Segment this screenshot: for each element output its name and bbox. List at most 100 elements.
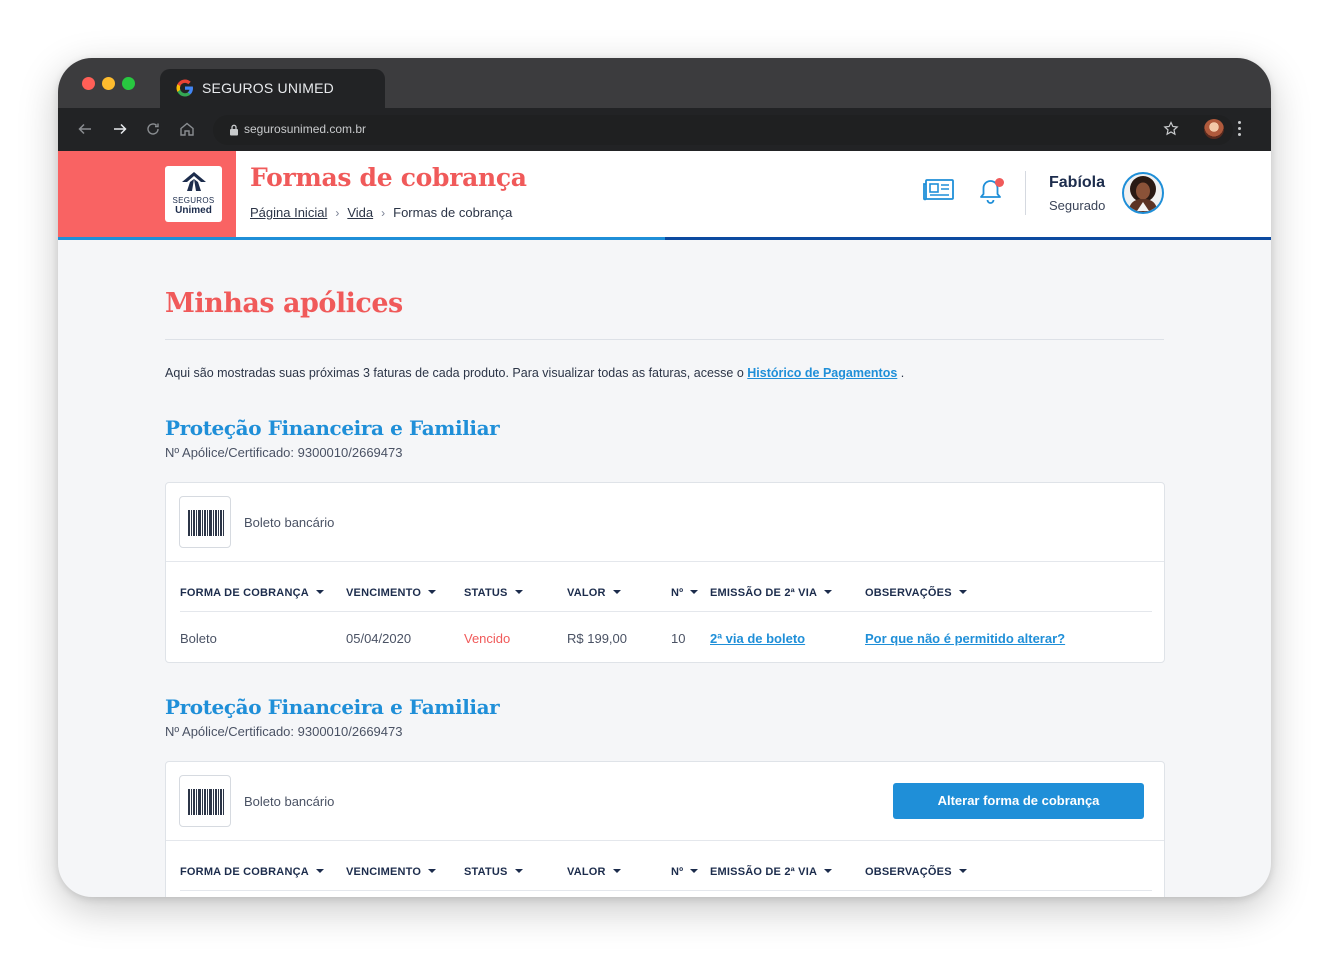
lock-icon	[230, 124, 238, 136]
sort-caret-icon	[690, 869, 699, 873]
header-progress-fill	[58, 237, 665, 240]
unimed-logo-icon	[182, 172, 206, 191]
policy-number: Nº Apólice/Certificado: 9300010/2669473	[165, 445, 403, 460]
minimize-window-button[interactable]	[102, 77, 115, 90]
profile-avatar-icon[interactable]	[1204, 119, 1224, 139]
column-header-label: Nº	[671, 587, 684, 599]
cell-valor: R$ 199,00	[567, 631, 627, 646]
column-header-numero[interactable]: Nº	[671, 866, 699, 878]
browser-tab[interactable]: SEGUROS UNIMED	[160, 69, 385, 108]
notification-bell-icon[interactable]	[975, 175, 1007, 207]
policy-card: Boleto bancário Alterar forma de cobranç…	[165, 761, 1165, 897]
payment-method-row: Boleto bancário Alterar forma de cobranç…	[166, 762, 1164, 841]
close-window-button[interactable]	[82, 77, 95, 90]
column-header-label: STATUS	[464, 587, 508, 599]
column-header-status[interactable]: STATUS	[464, 866, 523, 878]
column-header-label: Nº	[671, 866, 684, 878]
site-header: SEGUROS Unimed Formas de cobrança Página…	[58, 151, 1271, 240]
column-header-observacoes[interactable]: OBSERVAÇÕES	[865, 866, 967, 878]
page-title: Formas de cobrança	[250, 163, 527, 192]
bookmark-star-icon[interactable]	[1162, 120, 1180, 138]
column-header-label: VENCIMENTO	[346, 587, 422, 599]
payment-method-label: Boleto bancário	[244, 794, 335, 809]
sort-caret-icon	[612, 590, 621, 594]
cell-vencimento: 05/04/2020	[346, 631, 412, 646]
column-header-label: FORMA DE COBRANÇA	[180, 866, 309, 878]
payment-method-row: Boleto bancário	[166, 483, 1164, 562]
url-text[interactable]: segurosunimed.com.br	[244, 122, 366, 136]
cell-forma: Boleto	[180, 631, 217, 646]
sort-caret-icon	[315, 590, 324, 594]
breadcrumb-current: Formas de cobrança	[393, 205, 513, 220]
column-header-label: FORMA DE COBRANÇA	[180, 587, 309, 599]
column-header-vencimento[interactable]: VENCIMENTO	[346, 866, 437, 878]
why-not-allowed-link[interactable]: Por que não é permitido alterar?	[865, 631, 1065, 646]
browser-toolbar: segurosunimed.com.br	[58, 108, 1271, 151]
user-name: Fabíola	[1049, 174, 1106, 191]
second-copy-boleto-link[interactable]: 2ª via de boleto	[710, 631, 805, 646]
barcode-icon	[179, 496, 231, 548]
column-header-vencimento[interactable]: VENCIMENTO	[346, 587, 437, 599]
intro-text: Aqui são mostradas suas próximas 3 fatur…	[165, 366, 904, 380]
column-header-status[interactable]: STATUS	[464, 587, 523, 599]
payment-method-label: Boleto bancário	[244, 515, 335, 530]
sort-caret-icon	[428, 590, 437, 594]
column-header-emissao[interactable]: EMISSÃO DE 2ª VIA	[710, 866, 833, 878]
browser-menu-icon[interactable]	[1238, 121, 1242, 137]
breadcrumb-chevron-icon: ›	[335, 205, 340, 220]
google-icon	[176, 79, 193, 97]
table-header: FORMA DE COBRANÇA VENCIMENTO STATUS VALO…	[180, 579, 1152, 612]
sort-caret-icon	[514, 590, 523, 594]
sort-caret-icon	[958, 590, 967, 594]
sort-caret-icon	[824, 869, 833, 873]
maximize-window-button[interactable]	[122, 77, 135, 90]
column-header-emissao[interactable]: EMISSÃO DE 2ª VIA	[710, 587, 833, 599]
column-header-label: VALOR	[567, 866, 606, 878]
reload-icon[interactable]	[144, 120, 162, 138]
back-arrow-icon[interactable]	[76, 120, 94, 138]
column-header-numero[interactable]: Nº	[671, 587, 699, 599]
breadcrumb: Página Inicial › Vida › Formas de cobran…	[250, 205, 512, 220]
column-header-label: VALOR	[567, 587, 606, 599]
column-header-label: EMISSÃO DE 2ª VIA	[710, 866, 818, 878]
logo-text-unimed: Unimed	[175, 205, 212, 216]
intro-text-end: .	[897, 366, 905, 380]
user-role: Segurado	[1049, 198, 1106, 213]
news-icon[interactable]	[923, 178, 955, 202]
sort-caret-icon	[612, 869, 621, 873]
header-divider	[1025, 171, 1026, 215]
header-progress-bar	[58, 237, 1271, 240]
cell-numero: 10	[671, 631, 686, 646]
change-payment-method-button[interactable]: Alterar forma de cobrança	[893, 783, 1144, 819]
browser-tabbar: SEGUROS UNIMED	[58, 58, 1271, 108]
breadcrumb-chevron-icon: ›	[381, 205, 386, 220]
section-divider	[165, 339, 1164, 340]
column-header-label: EMISSÃO DE 2ª VIA	[710, 587, 818, 599]
tab-title: SEGUROS UNIMED	[202, 80, 334, 96]
sort-caret-icon	[958, 869, 967, 873]
breadcrumb-home-link[interactable]: Página Inicial	[250, 205, 327, 220]
policy-card: Boleto bancário FORMA DE COBRANÇA VENCIM…	[165, 482, 1165, 663]
breadcrumb-vida-link[interactable]: Vida	[347, 205, 373, 220]
sort-caret-icon	[824, 590, 833, 594]
table-header: FORMA DE COBRANÇA VENCIMENTO STATUS VALO…	[180, 858, 1152, 891]
user-avatar[interactable]	[1122, 172, 1164, 214]
browser-window: SEGUROS UNIMED segurosunimed.com.br SEGU…	[58, 58, 1271, 897]
barcode-icon	[179, 775, 231, 827]
column-header-forma[interactable]: FORMA DE COBRANÇA	[180, 587, 324, 599]
column-header-forma[interactable]: FORMA DE COBRANÇA	[180, 866, 324, 878]
forward-arrow-icon[interactable]	[111, 120, 129, 138]
section-title: Minhas apólices	[165, 288, 403, 319]
seguros-unimed-logo[interactable]: SEGUROS Unimed	[165, 166, 222, 222]
policy-title: Proteção Financeira e Familiar	[165, 416, 500, 440]
sort-caret-icon	[514, 869, 523, 873]
user-photo-icon	[1128, 176, 1158, 212]
column-header-label: OBSERVAÇÕES	[865, 587, 952, 599]
logo-text-seguros: SEGUROS	[172, 196, 215, 205]
payment-history-link[interactable]: Histórico de Pagamentos	[747, 366, 897, 380]
home-icon[interactable]	[178, 120, 196, 138]
column-header-valor[interactable]: VALOR	[567, 587, 621, 599]
column-header-observacoes[interactable]: OBSERVAÇÕES	[865, 587, 967, 599]
status-badge: Vencido	[464, 631, 511, 646]
column-header-valor[interactable]: VALOR	[567, 866, 621, 878]
